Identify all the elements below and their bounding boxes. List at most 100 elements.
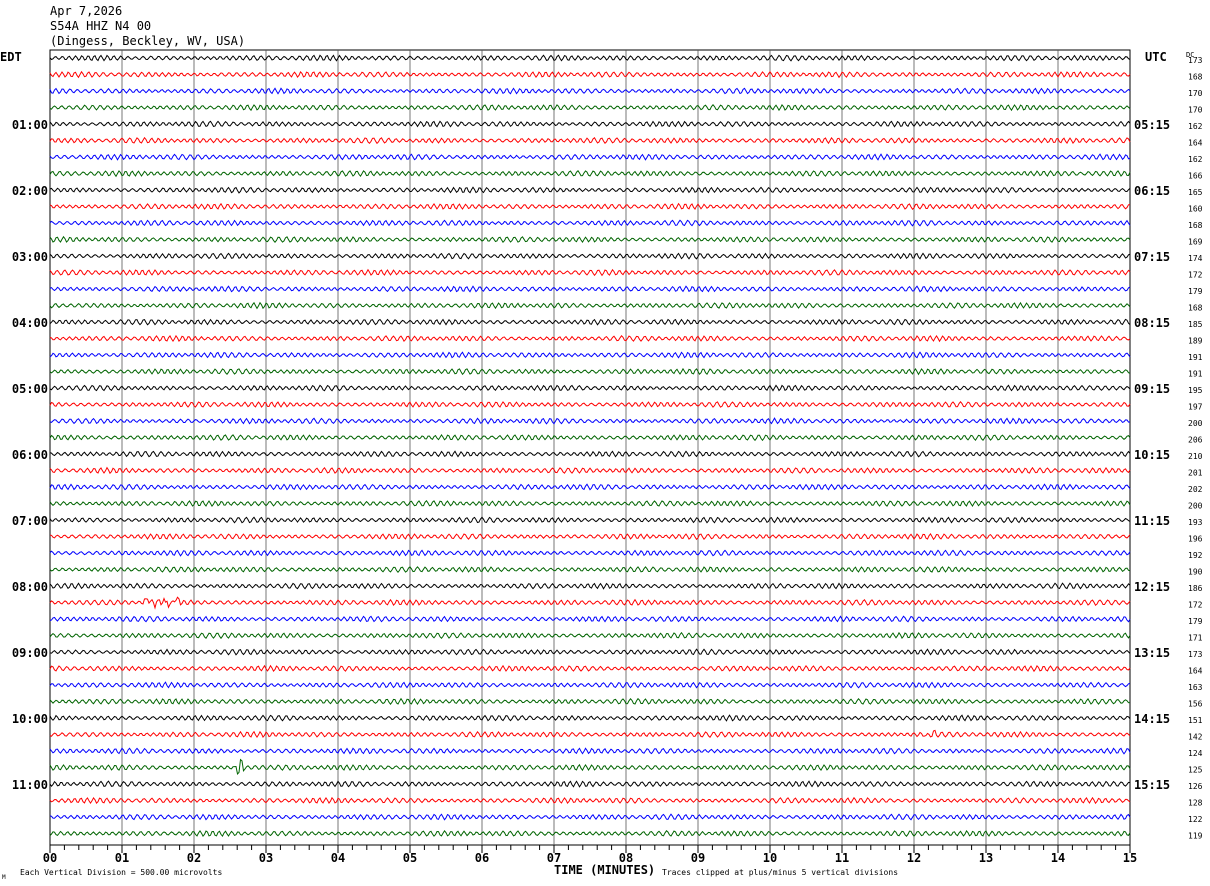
header-station: S54A HHZ N4 00 [50, 19, 151, 33]
seismic-trace [49, 483, 1131, 491]
dc-offset-label: 173 [1188, 650, 1203, 659]
dc-offset-label: 128 [1188, 799, 1203, 808]
right-hour-label: 08:15 [1134, 316, 1170, 330]
seismic-trace [49, 433, 1131, 442]
left-hour-label: 01:00 [12, 118, 48, 132]
dc-offset-label: 160 [1188, 205, 1203, 214]
seismic-trace [49, 780, 1131, 788]
seismic-trace [49, 615, 1131, 623]
dc-offset-label: 210 [1188, 452, 1203, 461]
seismic-trace [49, 829, 1131, 837]
header-location: (Dingess, Beckley, WV, USA) [50, 34, 245, 48]
dc-offset-label: 168 [1188, 221, 1203, 230]
left-hour-label: 08:00 [12, 580, 48, 594]
seismic-trace [49, 384, 1131, 392]
dc-offset-label: 169 [1188, 238, 1203, 247]
dc-offset-label: 197 [1188, 403, 1203, 412]
right-hour-label: 15:15 [1134, 778, 1170, 792]
seismic-trace [49, 170, 1131, 178]
dc-offset-label: 172 [1188, 601, 1203, 610]
dc-offset-label: 162 [1188, 122, 1203, 131]
seismic-trace [49, 631, 1131, 640]
dc-offset-label: 196 [1188, 535, 1203, 544]
dc-offset-label: 162 [1188, 155, 1203, 164]
minute-gridlines [49, 49, 1131, 853]
dc-offset-label: 170 [1188, 106, 1203, 115]
dc-offset-label: 191 [1188, 370, 1203, 379]
dc-offset-label: 126 [1188, 782, 1203, 791]
left-hour-label: 09:00 [12, 646, 48, 660]
dc-offset-label: 168 [1188, 304, 1203, 313]
scale-note: Each Vertical Division = 500.00 microvol… [20, 868, 222, 877]
x-tick-label: 10 [763, 851, 777, 865]
seismic-trace [49, 136, 1131, 145]
x-axis-label: TIME (MINUTES) [554, 863, 655, 877]
seismic-trace [49, 648, 1131, 656]
dc-offset-label: 165 [1188, 188, 1203, 197]
seismic-trace [49, 301, 1131, 310]
seismic-trace [49, 596, 1131, 610]
seismic-trace [49, 417, 1131, 425]
right-hour-label: 11:15 [1134, 514, 1170, 528]
seismic-trace [49, 153, 1131, 161]
right-hour-label: 10:15 [1134, 448, 1170, 462]
seismic-trace [49, 549, 1131, 557]
seismic-trace [49, 714, 1131, 722]
dc-offset-label: 200 [1188, 419, 1203, 428]
dc-offset-label: 186 [1188, 584, 1203, 593]
x-tick-label: 06 [475, 851, 489, 865]
seismic-trace [49, 582, 1131, 590]
right-hour-label: 12:15 [1134, 580, 1170, 594]
x-tick-label: 02 [187, 851, 201, 865]
trace-group [49, 54, 1131, 837]
x-tick-label: 13 [979, 851, 993, 865]
seismic-trace [49, 103, 1131, 112]
seismic-trace [49, 796, 1131, 805]
seismic-trace [49, 351, 1131, 359]
seismic-trace [49, 54, 1131, 62]
dc-offset-label: 193 [1188, 518, 1203, 527]
dc-offset-label: 191 [1188, 353, 1203, 362]
dc-offset-label: 202 [1188, 485, 1203, 494]
seismogram-svg: Apr 7,2026 S54A HHZ N4 00 (Dingess, Beck… [0, 4, 1203, 881]
seismic-trace [49, 70, 1131, 79]
left-hour-label: 07:00 [12, 514, 48, 528]
right-hour-label: 09:15 [1134, 382, 1170, 396]
dc-offset-label: 174 [1188, 254, 1203, 263]
dc-offset-label: 195 [1188, 386, 1203, 395]
seismic-trace [49, 697, 1131, 706]
right-hour-label: 13:15 [1134, 646, 1170, 660]
dc-offset-label: 163 [1188, 683, 1203, 692]
seismic-trace [49, 252, 1131, 260]
x-tick-label: 09 [691, 851, 705, 865]
dc-offset-label: 200 [1188, 502, 1203, 511]
seismic-trace [49, 235, 1131, 244]
seismic-trace [49, 747, 1131, 755]
dc-offset-label: 166 [1188, 172, 1203, 181]
dc-offset-label: 192 [1188, 551, 1203, 560]
right-hour-label: 14:15 [1134, 712, 1170, 726]
dc-offset-label: 119 [1188, 832, 1203, 841]
right-timezone-label: UTC [1145, 50, 1167, 64]
seismic-trace [49, 566, 1131, 573]
seismic-trace [49, 466, 1131, 475]
dc-offset-label: 173 [1188, 56, 1203, 65]
seismic-trace [49, 500, 1131, 507]
left-hour-label: 06:00 [12, 448, 48, 462]
header-date: Apr 7,2026 [50, 4, 122, 18]
x-tick-label: 11 [835, 851, 849, 865]
x-tick-label: 01 [115, 851, 129, 865]
dc-offset-label: 179 [1188, 287, 1203, 296]
seismic-trace [49, 758, 1131, 776]
dc-offset-label: 168 [1188, 73, 1203, 82]
seismic-trace [49, 334, 1131, 343]
dc-offset-label: 122 [1188, 815, 1203, 824]
plot-frame [49, 49, 1131, 846]
seismic-trace [49, 268, 1131, 277]
dc-offset-label: 156 [1188, 700, 1203, 709]
right-hour-label: 07:15 [1134, 250, 1170, 264]
seismic-trace [49, 120, 1131, 128]
dc-offset-label: 124 [1188, 749, 1203, 758]
x-tick-label: 05 [403, 851, 417, 865]
seismic-trace [49, 813, 1131, 821]
